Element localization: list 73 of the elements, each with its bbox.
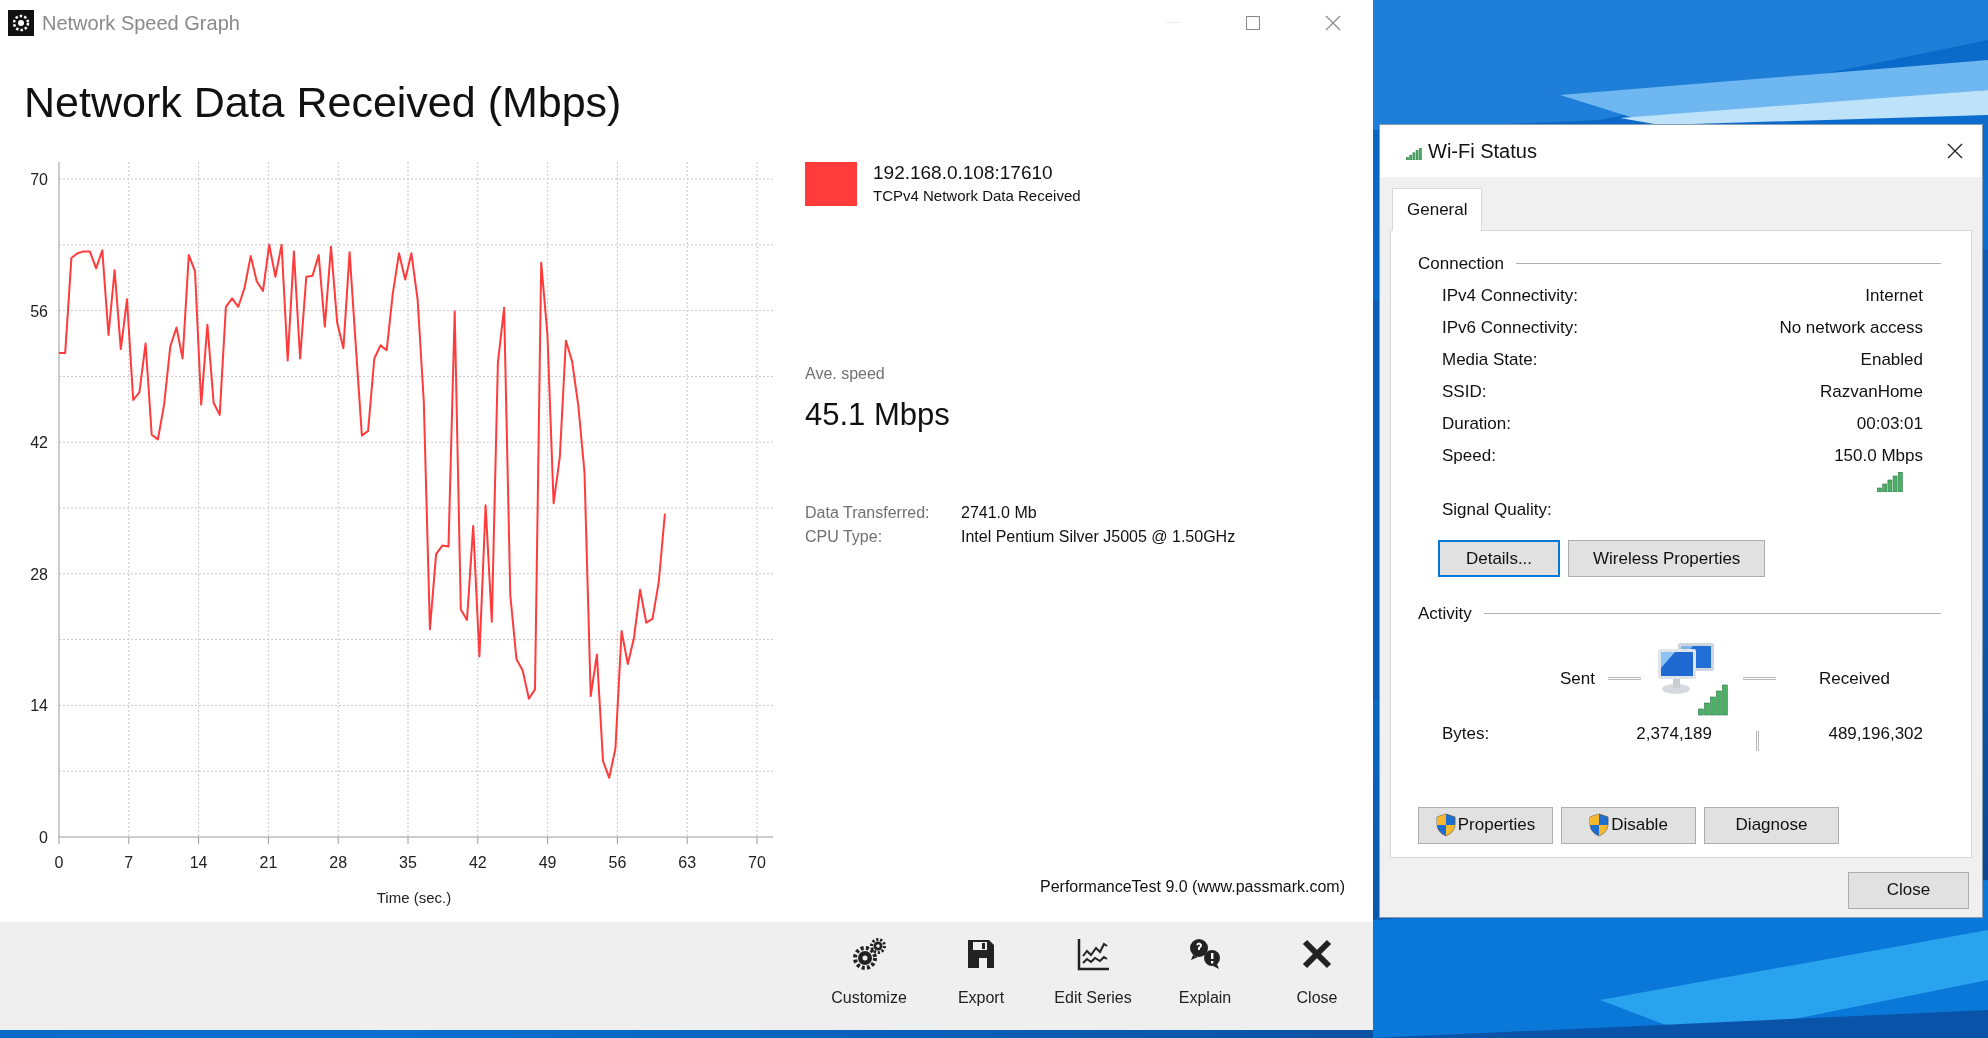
axis-tick-label: 0 [39, 829, 48, 846]
section-heading: Connection [1418, 252, 1504, 275]
activity-label: Sent [1560, 667, 1595, 690]
toolbar-button[interactable]: Close [1261, 922, 1373, 1030]
chart-title: Network Data Received (Mbps) [23, 77, 623, 128]
axis-tick-label: 56 [608, 854, 627, 871]
dialog-button[interactable]: Disable [1561, 806, 1696, 844]
axis-tick-label: 49 [538, 854, 557, 871]
close-button[interactable]: Close [1848, 871, 1969, 909]
detail-value: Intel Pentium Silver J5005 @ 1.50GHz [961, 526, 1236, 547]
activity-label: Received [1819, 667, 1890, 690]
field-value: 150.0 Mbps [1834, 445, 1923, 468]
axis-tick-label: 28 [30, 565, 48, 583]
shield-icon [1435, 813, 1456, 837]
axis-tick-label: 63 [678, 854, 697, 871]
field-value: 00:03:01 [1856, 413, 1923, 436]
line-chart-icon [1075, 936, 1111, 972]
app-icon [8, 9, 34, 36]
axis-tick-label: 70 [748, 854, 766, 871]
axis-tick-label: 21 [259, 854, 278, 871]
axis-title: Time (sec.) [376, 889, 452, 906]
field-label: IPv4 Connectivity: [1442, 285, 1579, 308]
field-value: Internet [1865, 285, 1923, 308]
axis-tick-label: 42 [30, 434, 48, 452]
speech-bubbles-icon [1187, 936, 1223, 972]
axis-tick-label: 56 [30, 302, 48, 320]
shield-icon [1589, 813, 1610, 837]
axis-tick-label: 0 [54, 854, 64, 871]
dialog-button[interactable]: Wireless Properties [1568, 540, 1766, 577]
field-label: Media State: [1442, 349, 1538, 372]
field-label: IPv6 Connectivity: [1442, 317, 1579, 340]
detail-value: 2741.0 Mb [961, 502, 1037, 523]
toolbar-button[interactable]: Edit Series [1037, 922, 1149, 1030]
toolbar-button[interactable]: Explain [1149, 922, 1261, 1030]
close-icon [1325, 14, 1341, 31]
field-label: Signal Quality: [1442, 498, 1552, 521]
field-label: Duration: [1442, 413, 1511, 436]
window-title: Network Speed Graph [42, 10, 240, 36]
credit-text: PerformanceTest 9.0 (www.passmark.com) [1039, 877, 1345, 897]
detail-label: CPU Type: [805, 526, 884, 547]
dialog-button[interactable]: Properties [1418, 806, 1553, 844]
stat-value: 45.1 Mbps [805, 396, 951, 435]
section-heading: Activity [1418, 603, 1472, 625]
dialog-button[interactable]: Diagnose [1704, 806, 1839, 844]
signal-icon [1877, 472, 1903, 492]
close-icon [1947, 143, 1963, 159]
axis-tick-label: 14 [189, 854, 208, 871]
tab[interactable]: General [1392, 188, 1483, 231]
toolbar-button[interactable]: Customize [813, 922, 925, 1030]
field-value: No network access [1779, 317, 1923, 340]
field-value: 489,196,302 [1828, 722, 1923, 745]
stat-label: Ave. speed [805, 364, 886, 385]
field-value: Enabled [1860, 349, 1923, 372]
detail-label: Data Transferred: [805, 502, 931, 523]
field-label: SSID: [1442, 381, 1487, 404]
axis-tick-label: 7 [124, 854, 134, 871]
axis-tick-label: 42 [468, 854, 487, 871]
field-value: 2,374,189 [1635, 722, 1712, 745]
legend-sublabel: TCPv4 Network Data Received [873, 185, 1081, 206]
legend-label: 192.168.0.108:17610 [873, 162, 1054, 185]
toolbar-button[interactable]: Export [925, 922, 1037, 1030]
axis-tick-label: 14 [30, 697, 48, 715]
signal-icon [1406, 148, 1422, 160]
field-label: Speed: [1442, 445, 1496, 468]
axis-tick-label: 70 [30, 171, 48, 188]
dialog-title: Wi-Fi Status [1428, 139, 1537, 164]
dialog-button[interactable]: Details... [1438, 540, 1560, 577]
field-value: RazvanHome [1820, 381, 1923, 404]
gears-icon [851, 936, 887, 972]
field-label: Bytes: [1442, 722, 1491, 745]
maximize-icon [1246, 15, 1260, 30]
axis-tick-label: 28 [329, 854, 348, 871]
axis-tick-label: 35 [399, 854, 417, 871]
